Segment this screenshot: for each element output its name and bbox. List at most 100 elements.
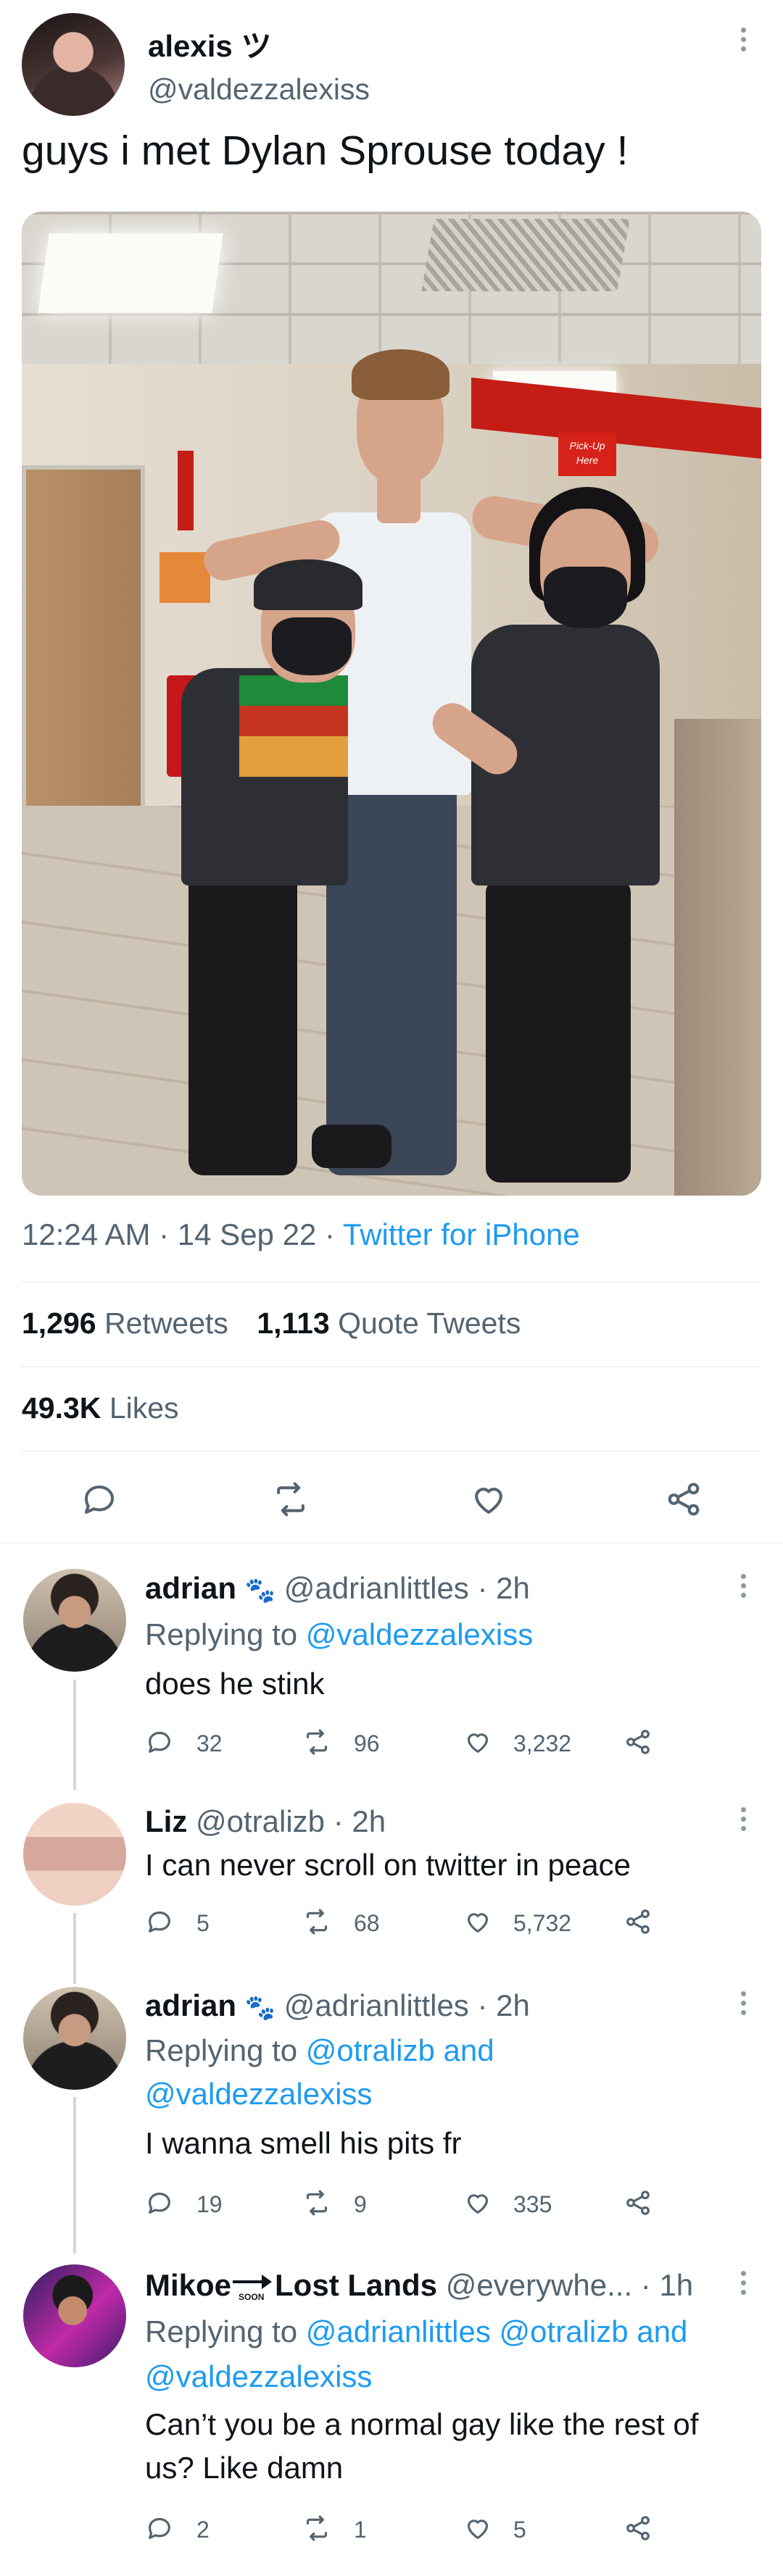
retweets-stat[interactable]: 1,296 Retweets [22, 1306, 228, 1340]
like-icon[interactable] [463, 1727, 493, 1756]
thread-line [73, 1680, 76, 1790]
retweet-icon[interactable] [302, 1727, 332, 1756]
more-options-icon[interactable] [741, 28, 747, 56]
reply-icon[interactable] [80, 1480, 119, 1519]
retweet-count: 68 [354, 1910, 380, 1936]
reply-text: I can never scroll on twitter in peace [145, 1848, 631, 1882]
replying-to-label: Replying to [145, 2033, 298, 2067]
more-options-icon[interactable] [741, 1574, 747, 1602]
reply-icon[interactable] [145, 2514, 174, 2543]
paw-emoji: 🐾 [244, 1576, 276, 1604]
divider [22, 1281, 761, 1283]
meta-separator: · [316, 1217, 343, 1251]
retweet-icon[interactable] [302, 2188, 332, 2217]
reply-action-bar: 19 9 335 [145, 2185, 696, 2222]
reply-text: I wanna smell his pits fr [145, 2126, 462, 2160]
photo-exit-sign [178, 451, 194, 530]
retweet-icon[interactable] [302, 2514, 332, 2543]
retweets-count: 1,296 [22, 1306, 96, 1340]
replying-to-label: Replying to [145, 2314, 298, 2348]
replying-to-handle[interactable]: @adrianlittles @otralizb and [306, 2314, 688, 2348]
more-options-icon[interactable] [741, 2271, 747, 2299]
more-options-icon[interactable] [741, 1807, 747, 1835]
retweets-label: Retweets [104, 1306, 228, 1340]
replying-to-handle[interactable]: @valdezzalexiss [145, 2359, 372, 2394]
like-icon[interactable] [463, 2188, 493, 2217]
engagement-stats: 1,296 Retweets 1,113 Quote Tweets [22, 1306, 521, 1341]
reply-action-bar: 32 96 3,232 [145, 1725, 696, 1761]
photo-ceiling-light [38, 233, 223, 313]
reply-avatar[interactable] [23, 1803, 126, 1906]
reply-author-handle[interactable]: @everywhe... [446, 2268, 632, 2302]
like-icon[interactable] [463, 2514, 493, 2543]
author-avatar[interactable] [22, 13, 125, 116]
reply-author-name[interactable]: Mikoe [145, 2268, 231, 2302]
like-count: 335 [513, 2191, 552, 2217]
thread-line [73, 1913, 76, 1984]
reply-count: 19 [196, 2191, 223, 2217]
reply-text: does he stink [145, 1667, 325, 1701]
photo-door [22, 465, 145, 813]
photo-pickup-sign: Pick-Up Here [558, 433, 616, 476]
reply-action-bar: 2 1 5 [145, 2511, 696, 2547]
reply-author-handle[interactable]: @otralizb [196, 1804, 325, 1838]
reply-avatar[interactable] [23, 2264, 126, 2367]
reply-action-bar: 5 68 5,732 [145, 1904, 696, 1941]
like-icon[interactable] [468, 1480, 509, 1519]
quotes-label: Quote Tweets [338, 1306, 521, 1340]
reply-author-name[interactable]: adrian [145, 1988, 236, 2022]
reply-icon[interactable] [145, 2188, 174, 2217]
quotes-stat[interactable]: 1,113 Quote Tweets [257, 1306, 521, 1340]
tweet-client[interactable]: Twitter for iPhone [343, 1217, 580, 1251]
reply-author-handle[interactable]: @adrianlittles [284, 1571, 469, 1605]
thread-line [73, 2097, 76, 2254]
replying-to-handle[interactable]: @valdezzalexiss [145, 2077, 372, 2112]
share-icon[interactable] [624, 1727, 652, 1756]
reply-time: · 2h [477, 1571, 530, 1605]
replying-to-handle[interactable]: @otralizb and [306, 2033, 494, 2067]
reply-count: 5 [196, 1910, 210, 1936]
divider [0, 1542, 783, 1543]
more-options-icon[interactable] [741, 1991, 747, 2019]
tweet-photo[interactable]: Pick-Up Here [22, 212, 761, 1196]
reply-icon[interactable] [145, 1727, 174, 1756]
reply-header: Mikoe SOON Lost Lands @everywhe... · 1h [145, 2268, 693, 2304]
share-icon[interactable] [664, 1480, 703, 1519]
reply-author-handle[interactable]: @adrianlittles [284, 1988, 469, 2022]
tweet-timestamp[interactable]: 12:24 AM · 14 Sep 22 · Twitter for iPhon… [22, 1217, 580, 1252]
retweet-icon[interactable] [270, 1480, 312, 1519]
reply-header: adrian 🐾 @adrianlittles · 2h [145, 1571, 530, 1606]
likes-label: Likes [109, 1391, 179, 1425]
meta-separator: · [150, 1217, 178, 1251]
photo-vent [421, 219, 630, 291]
like-icon[interactable] [463, 1907, 493, 1936]
reply-author-name[interactable]: Liz [145, 1804, 187, 1838]
quotes-count: 1,113 [257, 1306, 330, 1340]
reply-count: 32 [196, 1730, 223, 1756]
likes-stat[interactable]: 49.3K Likes [22, 1391, 179, 1425]
like-count: 5 [513, 2517, 526, 2543]
reply-author-name-suffix[interactable]: Lost Lands [275, 2268, 437, 2302]
likes-count: 49.3K [22, 1391, 102, 1425]
share-icon[interactable] [624, 1907, 652, 1936]
retweet-count: 96 [354, 1730, 380, 1756]
reply-text-line: us? Like damn [145, 2451, 344, 2485]
replying-to: Replying to @valdezzalexiss [145, 1617, 533, 1652]
divider [22, 1451, 761, 1452]
retweet-count: 9 [354, 2191, 367, 2217]
reply-avatar[interactable] [23, 1987, 126, 2090]
paw-emoji: 🐾 [244, 1993, 276, 2022]
share-icon[interactable] [624, 2188, 652, 2217]
reply-time: · 2h [333, 1804, 386, 1838]
photo-counter [674, 719, 761, 1196]
share-icon[interactable] [624, 2514, 652, 2543]
author-display-name[interactable]: alexis ツ [148, 22, 271, 66]
reply-icon[interactable] [145, 1907, 174, 1936]
author-handle[interactable]: @valdezzalexiss [148, 72, 370, 107]
reply-author-name[interactable]: adrian [145, 1571, 236, 1605]
reply-time: · 1h [640, 2268, 694, 2302]
retweet-icon[interactable] [302, 1907, 332, 1936]
tweet-action-bar [0, 1471, 783, 1529]
replying-to-handle[interactable]: @valdezzalexiss [306, 1617, 533, 1651]
reply-avatar[interactable] [23, 1569, 126, 1672]
